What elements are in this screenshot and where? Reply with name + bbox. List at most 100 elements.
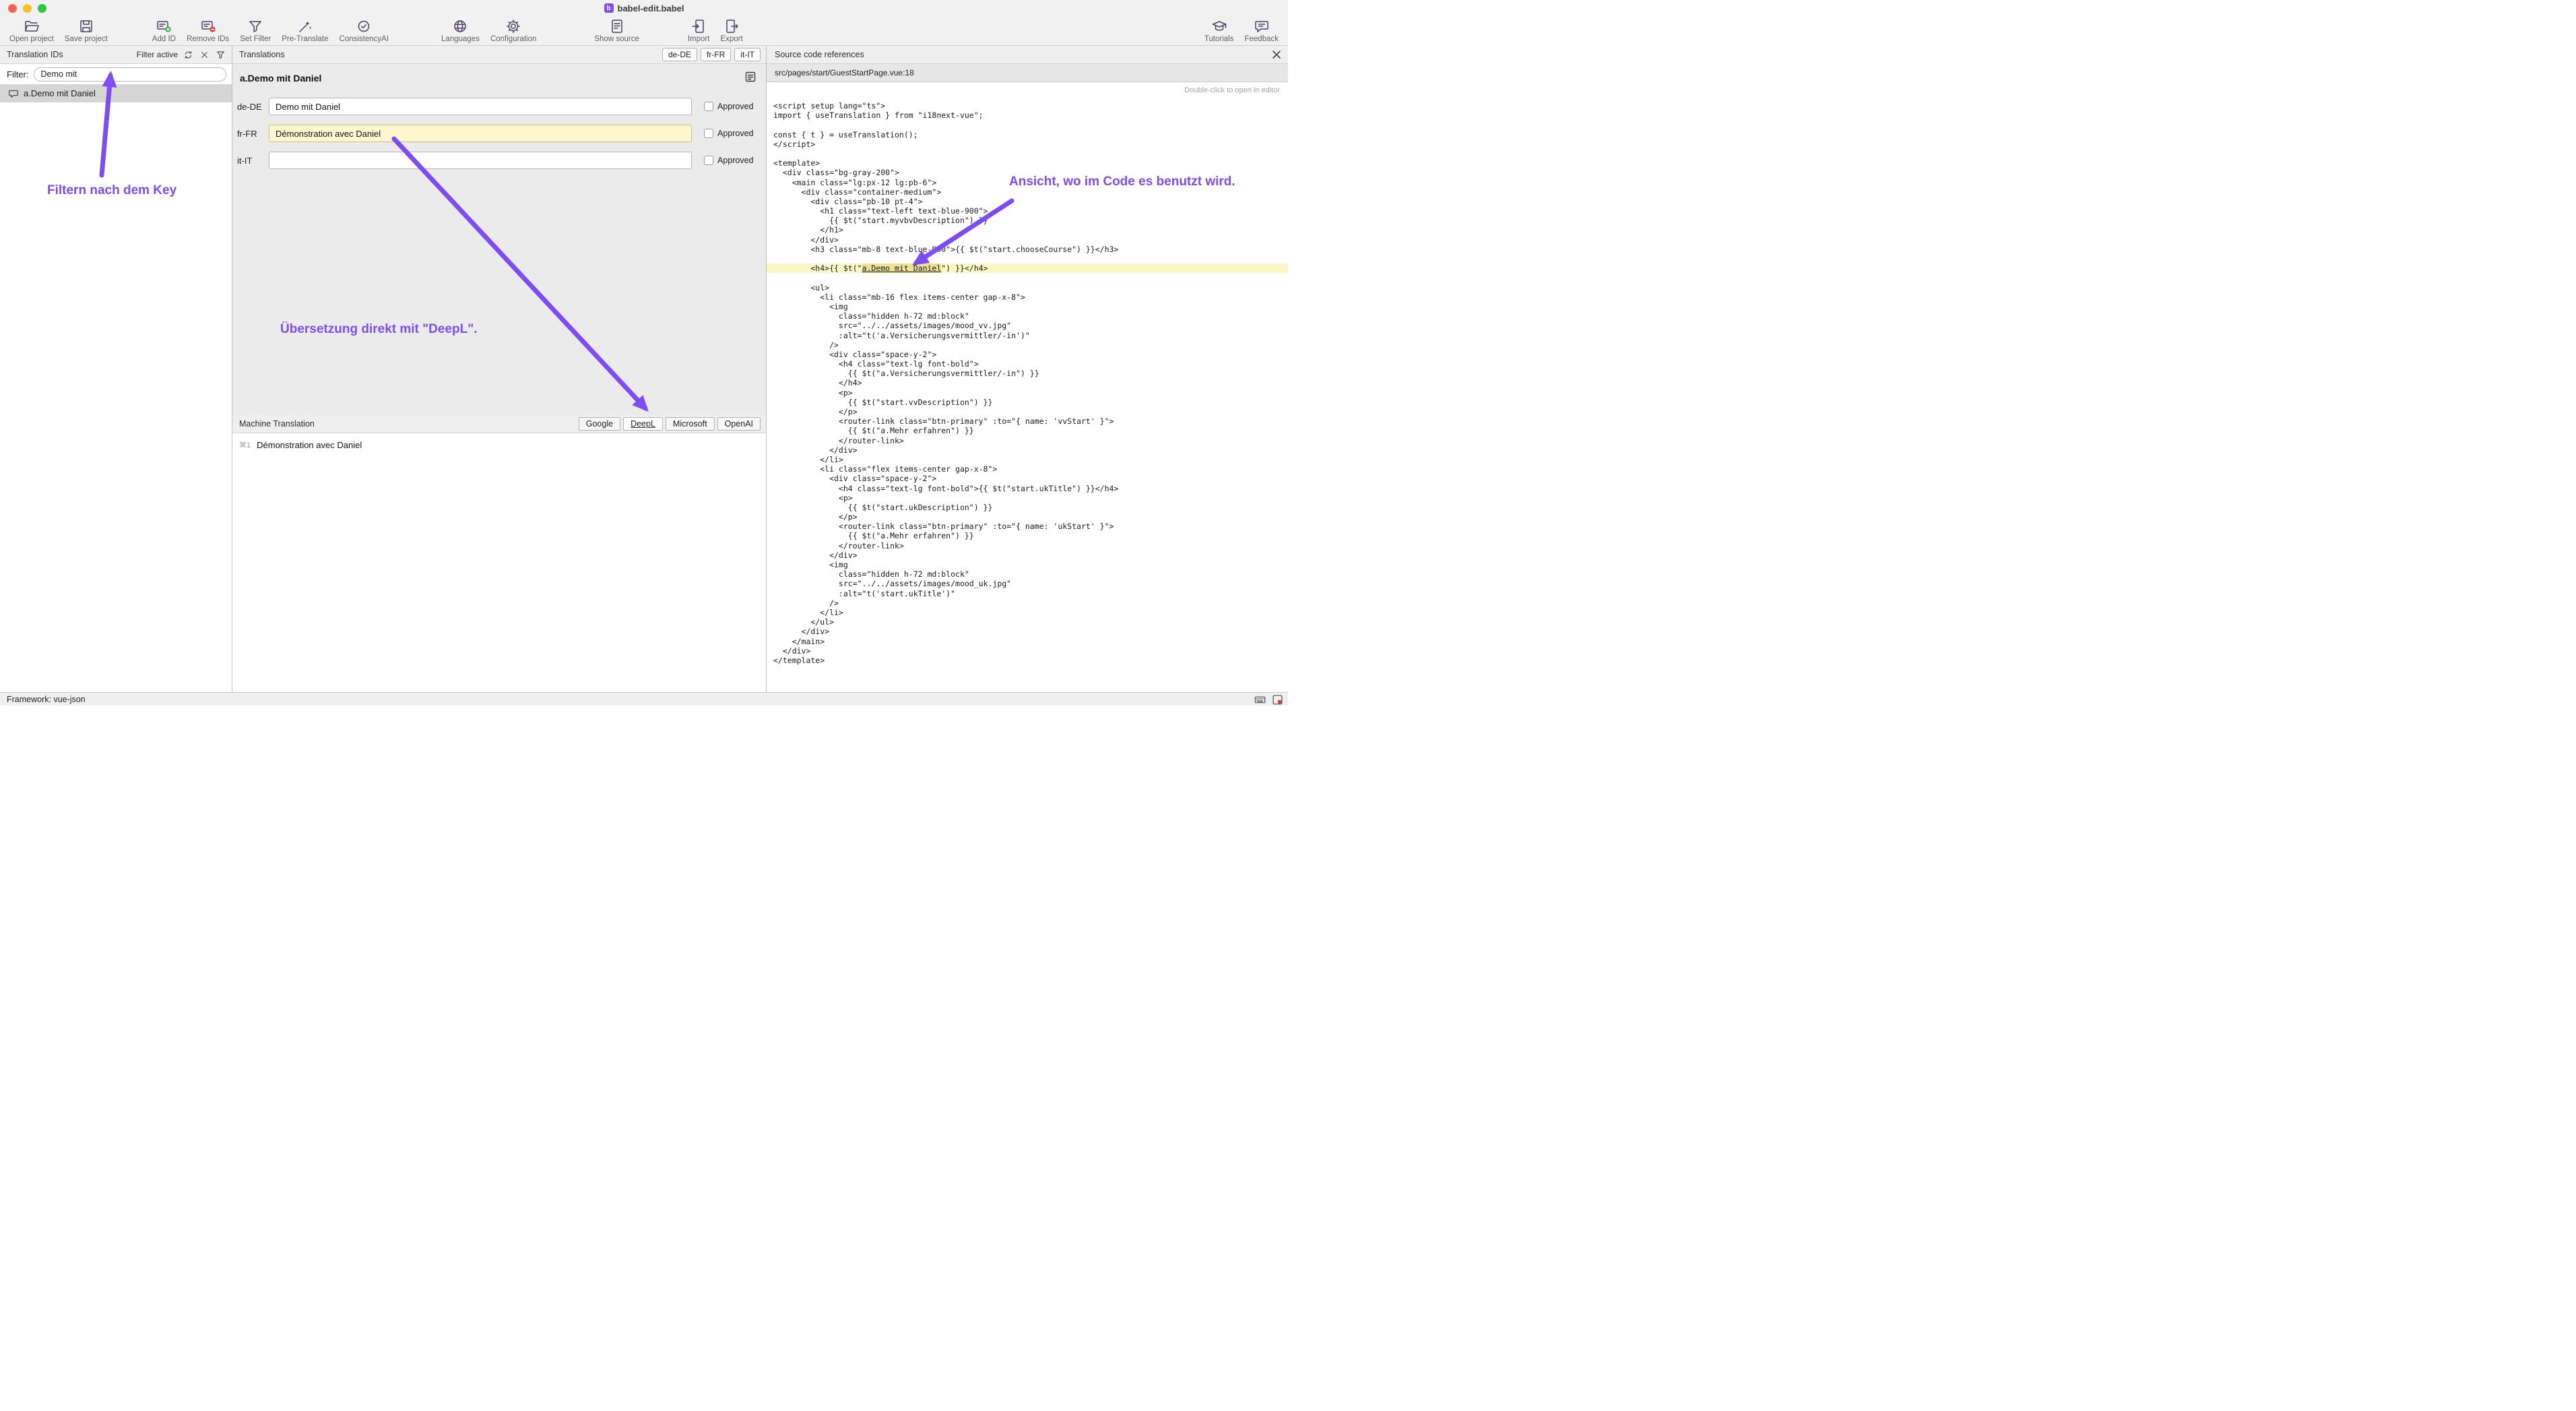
code-line: </template>: [767, 656, 1288, 665]
approved-control: Approved: [704, 102, 754, 111]
approved-control: Approved: [704, 129, 754, 138]
translation-id-item[interactable]: a.Demo mit Daniel: [0, 84, 232, 102]
approved-label: Approved: [717, 156, 754, 165]
language-tab-fr-FR[interactable]: fr-FR: [701, 48, 731, 61]
code-line: <li class="flex items-center gap-x-8">: [767, 464, 1288, 474]
toolbar-configuration[interactable]: Configuration: [485, 16, 542, 45]
code-line: />: [767, 340, 1288, 350]
approved-label: Approved: [717, 129, 754, 138]
alert-indicator-icon[interactable]: [1271, 693, 1283, 706]
code-line: [767, 254, 1288, 263]
code-line: </h4>: [767, 378, 1288, 387]
translation-input-de-DE[interactable]: [269, 98, 692, 115]
toolbar-spacer: [748, 16, 1199, 45]
toolbar-label: Open project: [9, 35, 54, 43]
translation-input-it-IT[interactable]: [269, 152, 692, 169]
code-line: />: [767, 598, 1288, 608]
toolbar-export[interactable]: Export: [715, 16, 748, 45]
keyboard-icon[interactable]: [1254, 693, 1266, 706]
translation-key-reference[interactable]: a.Demo mit Daniel: [862, 263, 942, 273]
code-line: </p>: [767, 512, 1288, 522]
code-line: <h1 class="text-left text-blue-900">: [767, 206, 1288, 216]
filter-input[interactable]: [34, 67, 227, 82]
source-references-title: Source code references: [775, 50, 864, 59]
translation-ids-header: Translation IDs Filter active: [0, 46, 232, 64]
status-icons: [1254, 693, 1283, 706]
provider-google-button[interactable]: Google: [579, 417, 620, 431]
code-line: import { useTranslation } from "i18next-…: [767, 111, 1288, 120]
approved-label: Approved: [717, 102, 754, 111]
provider-deepl-button[interactable]: DeepL: [623, 417, 663, 431]
toolbar-add-id[interactable]: Add ID: [147, 16, 181, 45]
toolbar-label: Pre-Translate: [282, 35, 328, 43]
code-line: {{ $t("start.myvbvDescription") }}: [767, 216, 1288, 225]
globe-icon: [452, 18, 468, 34]
babeledit-window: b babel-edit.babel Open project Save pro…: [0, 0, 1288, 706]
approved-checkbox[interactable]: [704, 156, 713, 165]
source-code-references-panel: Source code references src/pages/start/G…: [767, 46, 1288, 692]
refresh-filter-icon[interactable]: [182, 49, 194, 61]
toolbar-label: Import: [688, 35, 710, 43]
toolbar-remove-ids[interactable]: Remove IDs: [181, 16, 234, 45]
filter-row: Filter:: [0, 64, 232, 84]
open-in-editor-hint: Double-click to open in editor: [767, 82, 1288, 98]
window-title: babel-edit.babel: [618, 3, 684, 13]
toolbar-import[interactable]: Import: [682, 16, 715, 45]
close-panel-icon[interactable]: [1270, 49, 1283, 61]
approved-checkbox[interactable]: [704, 102, 713, 111]
approved-control: Approved: [704, 156, 754, 165]
language-tab-it-IT[interactable]: it-IT: [734, 48, 761, 61]
translation-row: fr-FR Approved: [237, 125, 766, 142]
toolbar-show-source[interactable]: Show source: [589, 16, 644, 45]
clear-filter-icon[interactable]: [198, 49, 210, 61]
toolbar-consistency-ai[interactable]: ConsistencyAI: [334, 16, 395, 45]
code-line: </router-link>: [767, 541, 1288, 551]
toolbar-label: Show source: [594, 35, 639, 43]
entry-title: a.Demo mit Daniel: [240, 73, 766, 84]
code-line: [767, 273, 1288, 282]
code-line: </router-link>: [767, 436, 1288, 445]
comment-icon[interactable]: [744, 71, 757, 84]
toolbar-save-project[interactable]: Save project: [59, 16, 113, 45]
code-line: src="../../assets/images/mood_uk.jpg": [767, 579, 1288, 588]
toolbar-label: Set Filter: [240, 35, 271, 43]
code-line: </p>: [767, 407, 1288, 416]
toolbar-pre-translate[interactable]: Pre-Translate: [276, 16, 333, 45]
titlebar: b babel-edit.babel: [0, 0, 1288, 16]
filter-icon[interactable]: [214, 49, 226, 61]
source-references-header: Source code references: [767, 46, 1288, 64]
deepl-annotation-text: Übersetzung direkt mit "DeepL".: [280, 322, 478, 337]
toolbar-tutorials[interactable]: Tutorials: [1199, 16, 1239, 45]
mt-suggestion-row[interactable]: ⌘1 Démonstration avec Daniel: [232, 433, 766, 450]
code-line: </div>: [767, 646, 1288, 656]
mt-shortcut-badge: ⌘1: [239, 441, 251, 449]
code-line: {{ $t("start.ukDescription") }}: [767, 503, 1288, 512]
code-line: <img: [767, 302, 1288, 311]
translation-bubble-icon: [8, 88, 19, 99]
main-content: Translation IDs Filter active Filter: a.…: [0, 46, 1288, 692]
translation-input-fr-FR[interactable]: [269, 125, 692, 142]
gear-icon: [505, 18, 521, 34]
export-icon: [723, 18, 740, 34]
filter-funnel-icon: [247, 18, 263, 34]
toolbar-feedback[interactable]: Feedback: [1239, 16, 1284, 45]
approved-checkbox[interactable]: [704, 129, 713, 138]
source-file-reference[interactable]: src/pages/start/GuestStartPage.vue:18: [767, 64, 1288, 82]
row-language-label: it-IT: [237, 156, 269, 166]
toolbar-label: Tutorials: [1204, 35, 1234, 43]
code-line: <p>: [767, 493, 1288, 503]
code-line: </div>: [767, 551, 1288, 560]
language-tab-de-DE[interactable]: de-DE: [662, 48, 697, 61]
provider-microsoft-button[interactable]: Microsoft: [666, 417, 715, 431]
machine-translation-body: ⌘1 Démonstration avec Daniel: [232, 433, 766, 692]
source-file-path: src/pages/start/GuestStartPage.vue:18: [775, 68, 914, 77]
code-line: </ul>: [767, 617, 1288, 627]
code-line: <script setup lang="ts">: [767, 101, 1288, 111]
toolbar-languages[interactable]: Languages: [436, 16, 485, 45]
toolbar-set-filter[interactable]: Set Filter: [234, 16, 276, 45]
provider-openai-button[interactable]: OpenAI: [717, 417, 761, 431]
toolbar-open-project[interactable]: Open project: [4, 16, 59, 45]
filter-active-label: Filter active: [137, 50, 178, 59]
code-line: const { t } = useTranslation();: [767, 130, 1288, 139]
code-line: class="hidden h-72 md:block": [767, 311, 1288, 321]
